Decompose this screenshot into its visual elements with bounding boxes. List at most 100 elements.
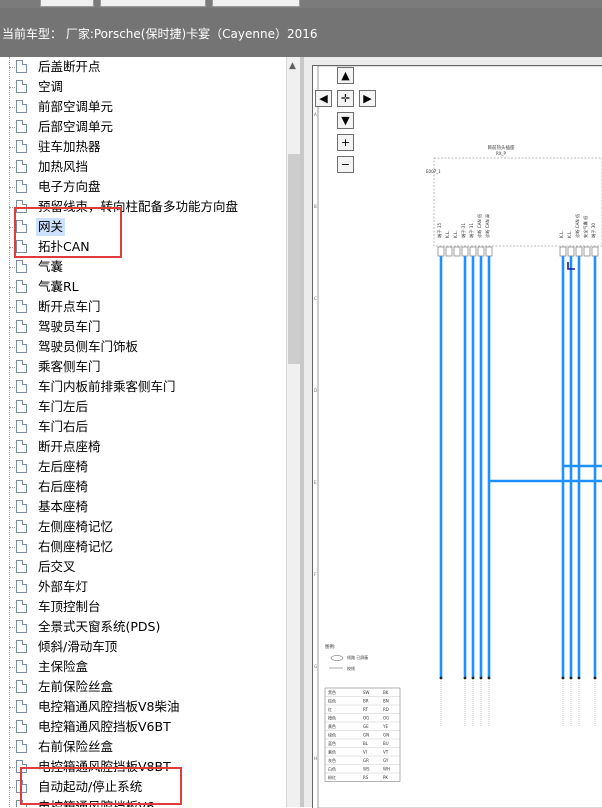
tree-item-label: 气囊 — [38, 259, 64, 274]
pan-down-button[interactable]: ▼ — [337, 112, 354, 129]
wire-end-dot — [487, 676, 491, 680]
tree-item[interactable]: 后盖断开点 — [0, 57, 286, 77]
tree-item[interactable]: 左侧座椅记忆 — [0, 517, 286, 537]
ruler-letter: A — [314, 112, 317, 117]
color-table-cell: BK — [383, 690, 389, 695]
tree-item-label: 前部空调单元 — [38, 99, 114, 114]
tree-item[interactable]: 电子方向盘 — [0, 177, 286, 197]
pan-up-button[interactable]: ▲ — [337, 67, 354, 84]
tree-item[interactable]: 驾驶员侧车门饰板 — [0, 337, 286, 357]
ruler-letter: G — [314, 664, 317, 669]
wire-end-dot — [463, 676, 467, 680]
scroll-thumb[interactable] — [288, 154, 300, 364]
document-icon — [16, 300, 27, 313]
tree-item-label: 电子方向盘 — [38, 179, 101, 194]
document-icon — [16, 740, 27, 753]
highlight-box-gateway — [14, 207, 122, 258]
legend-shield-icon — [330, 655, 344, 661]
color-table-cell: 黑色 — [328, 689, 336, 695]
color-table-cell: OG — [383, 716, 389, 721]
tree-item[interactable]: 外部车灯 — [0, 577, 286, 597]
color-table-cell: BN — [383, 699, 389, 704]
color-table-cell: 紫色 — [328, 749, 336, 755]
zoom-in-button[interactable]: + — [337, 134, 354, 151]
color-table-cell: RT — [363, 707, 368, 712]
tree-item[interactable]: 空调 — [0, 77, 286, 97]
connector-pin — [477, 246, 485, 257]
document-icon — [16, 660, 27, 673]
tree-item[interactable]: 驻车加热器 — [0, 137, 286, 157]
tree-item[interactable]: 后交叉 — [0, 557, 286, 577]
tree-item[interactable]: 左后座椅 — [0, 457, 286, 477]
ruler-letter: H — [314, 756, 317, 761]
tree-item-label: 电控箱通风腔挡板V8柴油 — [38, 699, 180, 714]
highlight-box-start-stop — [20, 767, 182, 805]
tree-item[interactable]: 气囊RL — [0, 277, 286, 297]
ruler-letter: C — [314, 296, 317, 301]
tree-item[interactable]: 右前保险丝盒 — [0, 737, 286, 757]
tree-item[interactable]: 主保险盒 — [0, 657, 286, 677]
document-icon — [16, 320, 27, 333]
connector-pin — [469, 246, 477, 257]
tree-item[interactable]: 驾驶员车门 — [0, 317, 286, 337]
tree-item[interactable]: 加热风挡 — [0, 157, 286, 177]
tree-item[interactable]: 倾斜/滑动车顶 — [0, 637, 286, 657]
tree-item[interactable]: 乘客侧车门 — [0, 357, 286, 377]
ruler-letter: E — [314, 480, 317, 485]
document-icon — [16, 540, 27, 553]
document-icon — [16, 380, 27, 393]
toolbar-button-1[interactable] — [40, 0, 94, 7]
current-model-title: 当前车型： 厂家:Porsche(保时捷)卡宴（Cayenne）2016 — [2, 27, 318, 41]
color-table-cell: 白色 — [328, 766, 336, 772]
tree-item-label: 左后座椅 — [38, 459, 89, 474]
document-icon — [16, 80, 27, 93]
toolbar-button-3[interactable] — [212, 0, 300, 7]
tree-item[interactable]: 全景式天窗系统(PDS) — [0, 617, 286, 637]
tree-item[interactable]: 后部空调单元 — [0, 117, 286, 137]
wire-end-dot — [561, 676, 565, 680]
tree-scrollbar[interactable]: ▲ — [286, 57, 301, 807]
toolbar-button-2[interactable] — [100, 0, 206, 7]
ruler-letter: F — [314, 572, 317, 577]
wiring-diagram-panel[interactable]: 目前热头插座 RX_P E007_1 端子 15 K.L. K.L. 端子 31 端子 31 诊… — [304, 57, 602, 808]
tree-item[interactable]: 左前保险丝盒 — [0, 677, 286, 697]
scroll-up-icon[interactable]: ▲ — [289, 61, 296, 71]
tree-item[interactable]: 基本座椅 — [0, 497, 286, 517]
tree-item[interactable]: 车顶控制台 — [0, 597, 286, 617]
tree-item[interactable]: 车门右后 — [0, 417, 286, 437]
tree-item[interactable]: 车门内板前排乘客侧车门 — [0, 377, 286, 397]
top-toolbar — [0, 0, 602, 8]
ruler-letter: B — [314, 204, 317, 209]
tree-item-label: 乘客侧车门 — [38, 359, 101, 374]
tree-item[interactable]: 气囊 — [0, 257, 286, 277]
pan-center-button[interactable]: ✛ — [337, 90, 354, 107]
color-table-cell: GY — [383, 758, 389, 763]
tree-item[interactable]: 断开点座椅 — [0, 437, 286, 457]
pin-label: 诊断 CAN 高 — [484, 214, 491, 238]
wire-end-dot — [471, 676, 475, 680]
model-bar: 当前车型： 厂家:Porsche(保时捷)卡宴（Cayenne）2016 — [0, 8, 602, 57]
tree-item[interactable]: 车门左后 — [0, 397, 286, 417]
tree-item[interactable]: 前部空调单元 — [0, 97, 286, 117]
document-icon — [16, 180, 27, 193]
tree-item-label: 断开点座椅 — [38, 439, 101, 454]
tree-item-label: 右前保险丝盒 — [38, 739, 114, 754]
document-icon — [16, 620, 27, 633]
zoom-out-button[interactable]: − — [337, 156, 354, 173]
tree-item[interactable]: 电控箱通风腔挡板V6BT — [0, 717, 286, 737]
component-tree[interactable]: 后盖断开点 空调 前部空调单元 后部空调单元 驻车加热器 加热风挡 电子方向盘 预留线束，转向… — [0, 57, 286, 807]
pan-right-button[interactable]: ▶ — [359, 90, 376, 107]
tree-item[interactable]: 右侧座椅记忆 — [0, 537, 286, 557]
pin-label: 端子 31 — [468, 223, 475, 238]
color-table-cell: BU — [383, 741, 389, 746]
tree-item[interactable]: 右后座椅 — [0, 477, 286, 497]
pin-label: 诊断 CAN 低 — [574, 213, 581, 238]
document-icon — [16, 60, 27, 73]
pin-label: K.L. — [559, 230, 564, 238]
tree-item[interactable]: 电控箱通风腔挡板V8柴油 — [0, 697, 286, 717]
wire-end-dot — [577, 676, 581, 680]
color-table-cell: 灰色 — [328, 757, 336, 763]
tree-item[interactable]: 断开点车门 — [0, 297, 286, 317]
pan-left-button[interactable]: ◀ — [315, 90, 332, 107]
color-table-cell: 蓝色 — [328, 740, 336, 746]
